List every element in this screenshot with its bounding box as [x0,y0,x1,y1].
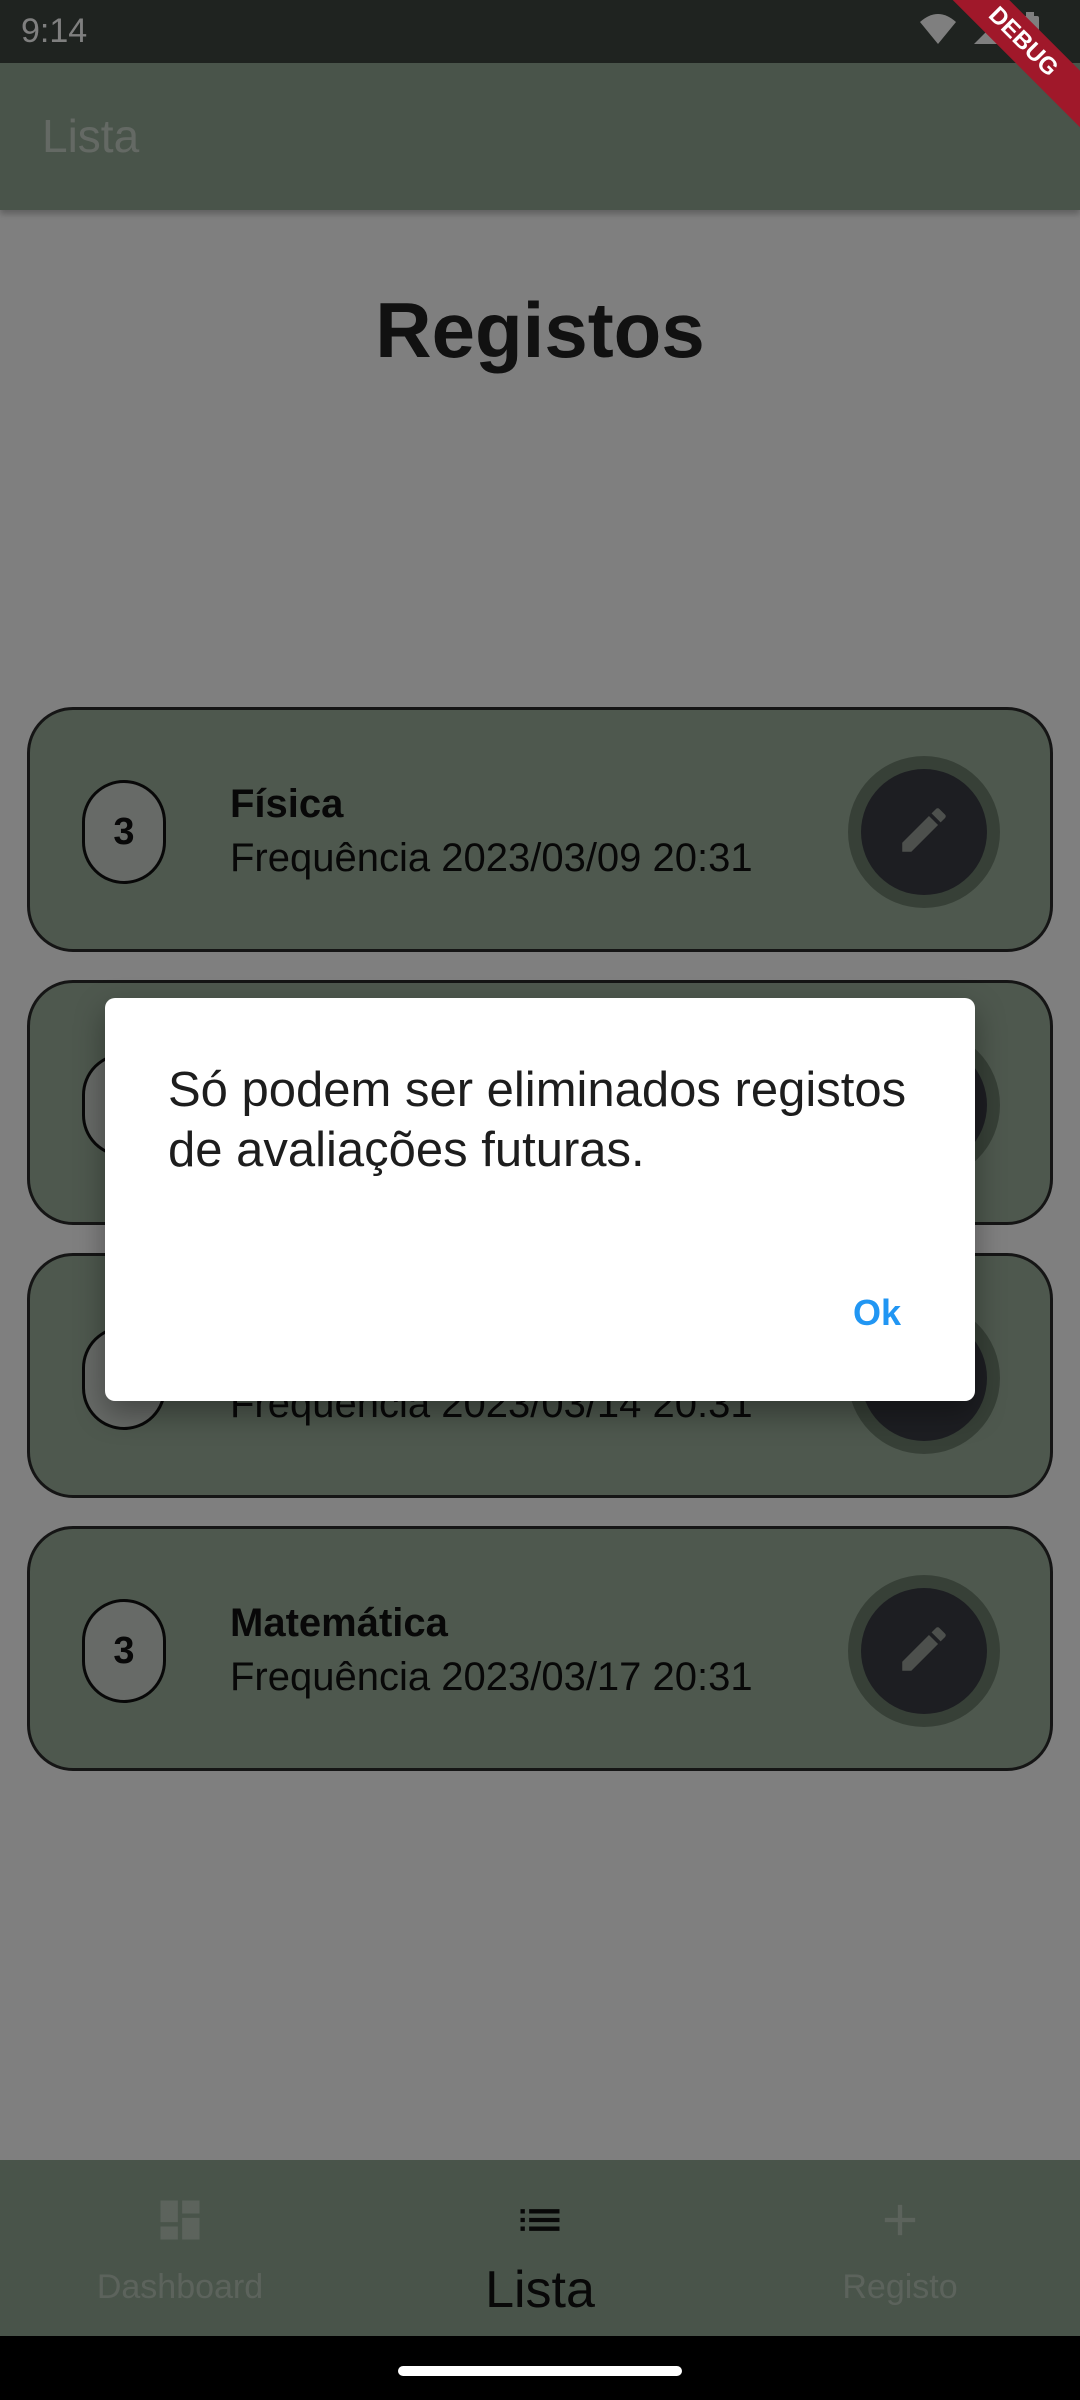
gesture-navigation-bar [0,2336,1080,2400]
dialog-message: Só podem ser eliminados registos de aval… [168,1063,907,1177]
home-gesture-handle[interactable] [398,2366,682,2376]
ok-button[interactable]: Ok [839,1284,915,1342]
alert-dialog: Só podem ser eliminados registos de aval… [105,998,975,1401]
